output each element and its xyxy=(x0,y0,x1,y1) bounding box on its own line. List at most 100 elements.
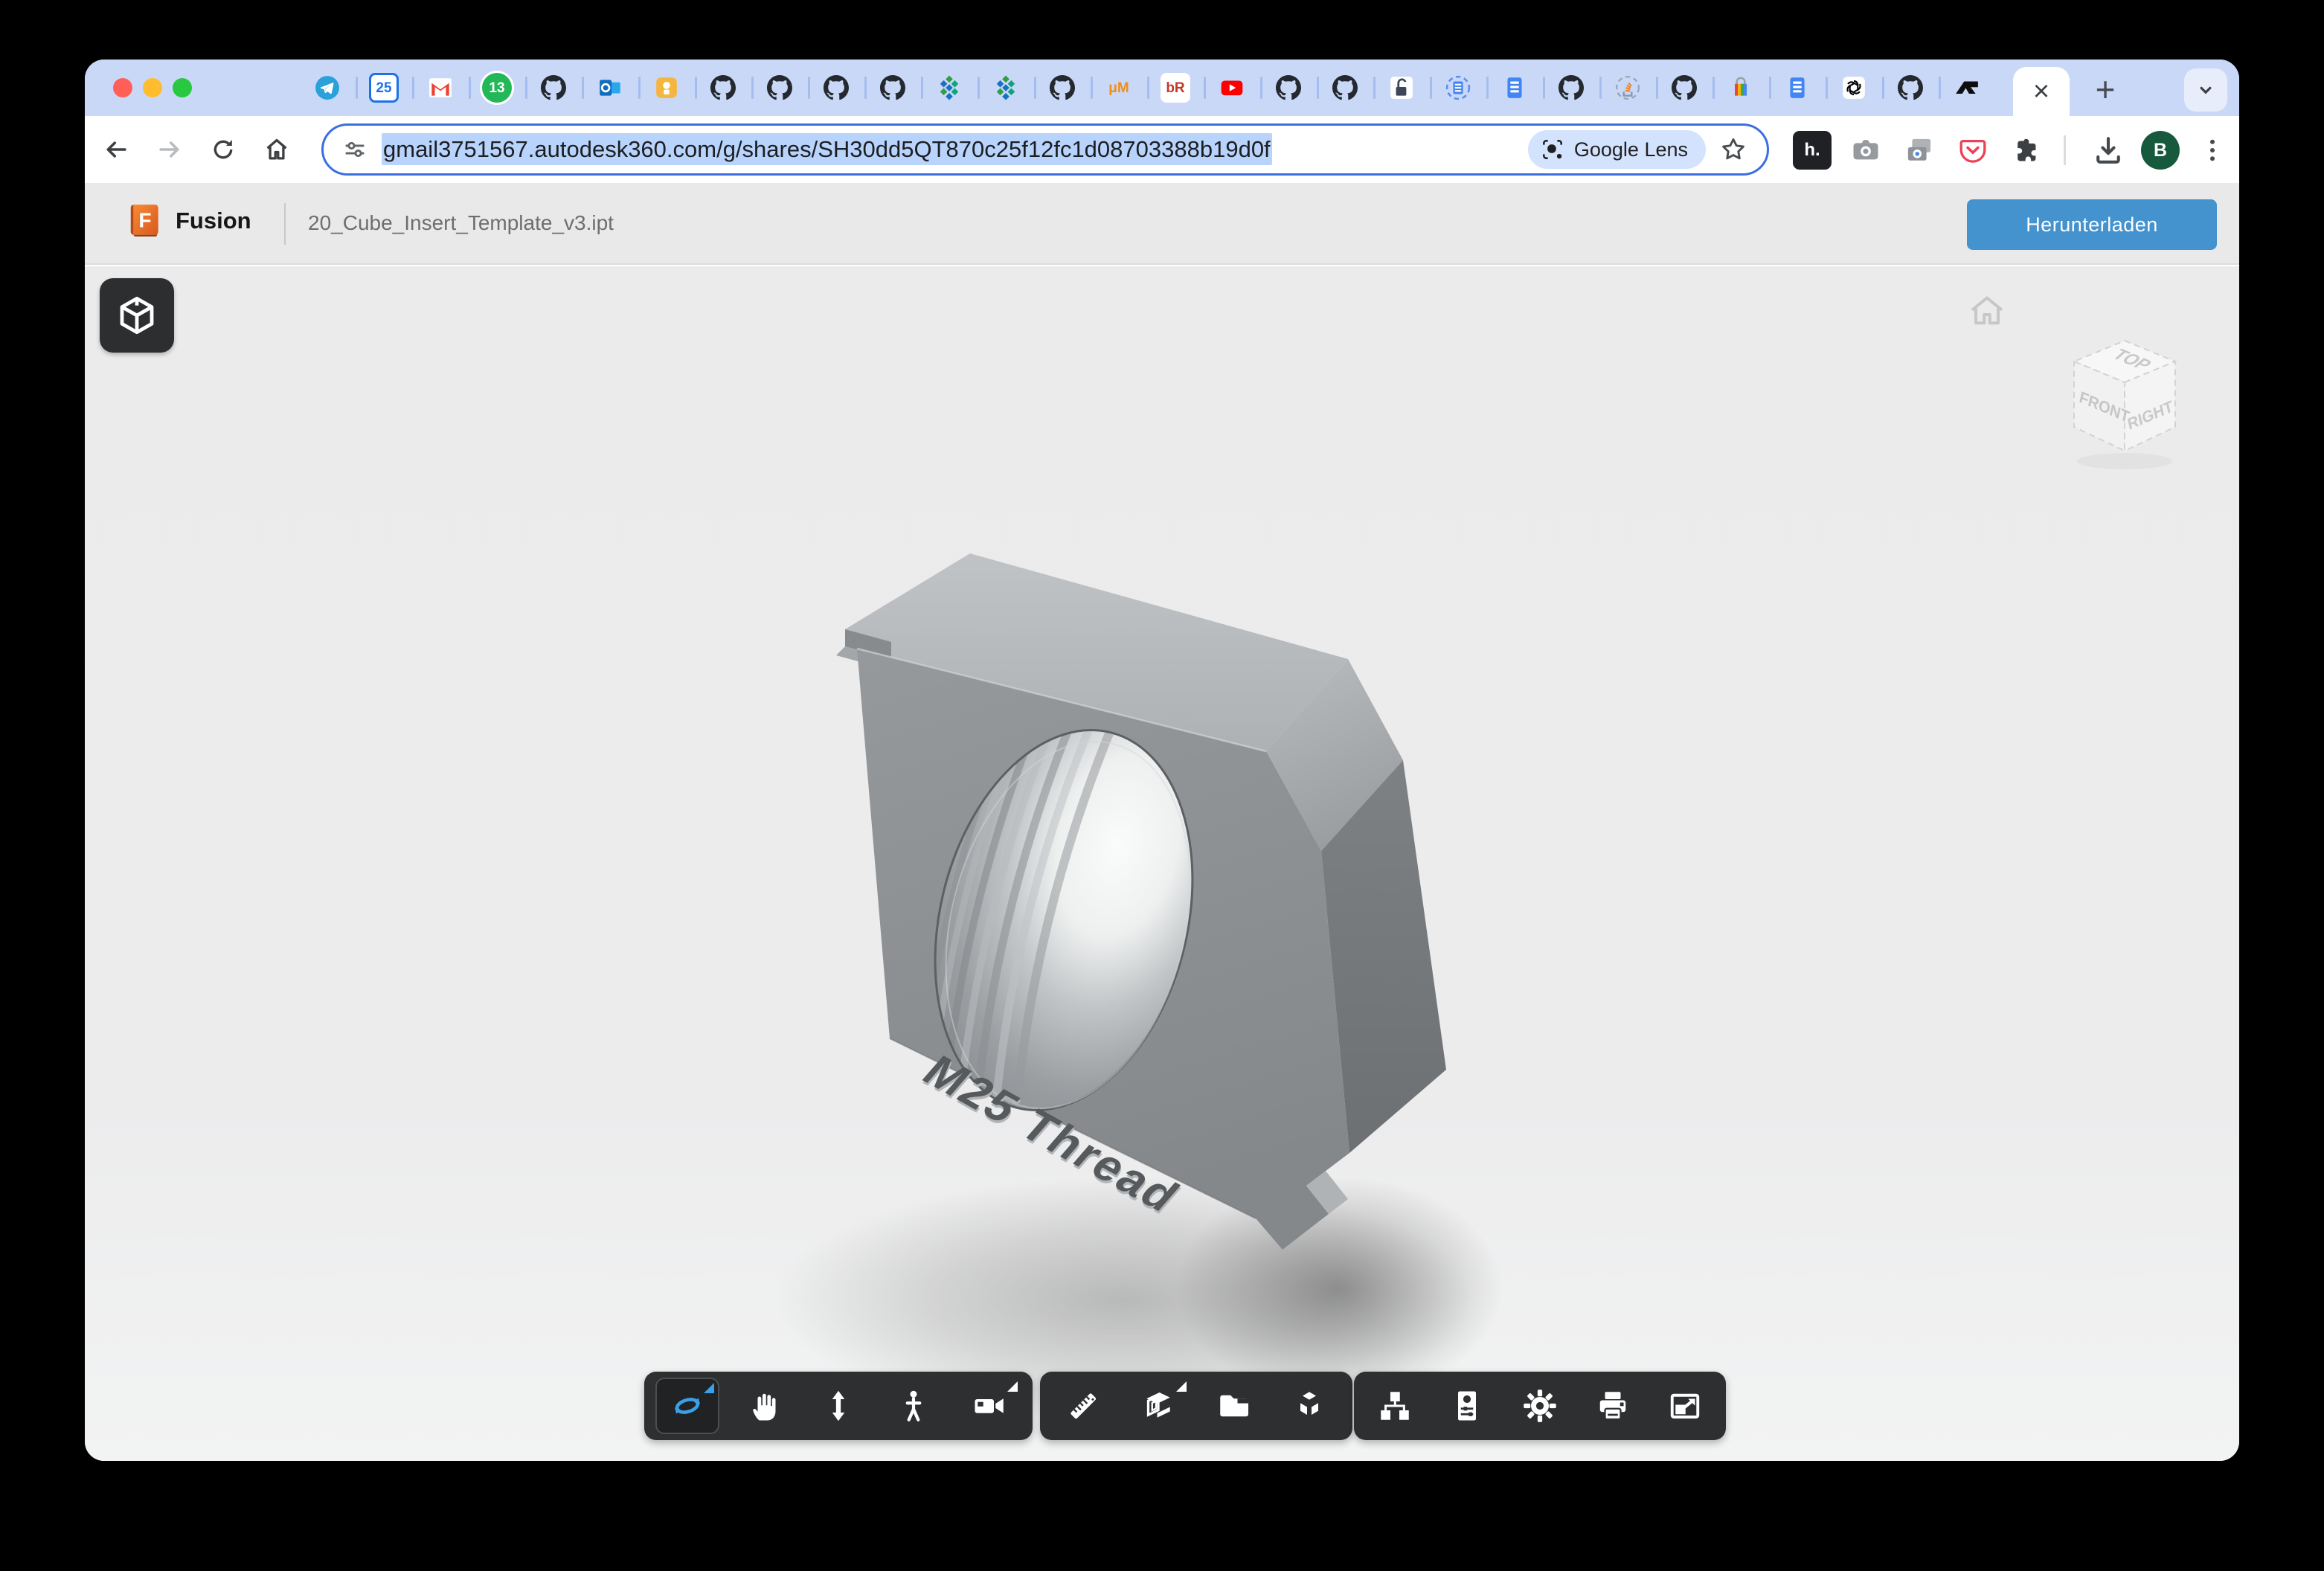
pinned-tab-store-bag[interactable] xyxy=(1712,60,1769,116)
tab-separator xyxy=(808,77,810,99)
tool-section[interactable] xyxy=(1126,1378,1190,1434)
url-text[interactable]: gmail3751567.autodesk360.com/g/shares/SH… xyxy=(382,136,1272,163)
tab-separator xyxy=(1656,77,1658,99)
pinned-tab-github-1[interactable] xyxy=(525,60,582,116)
profile-avatar[interactable]: B xyxy=(2141,131,2180,170)
pinned-tab-youtube[interactable] xyxy=(1204,60,1260,116)
tool-icon xyxy=(1667,1388,1703,1424)
pinned-tab-gmail[interactable] xyxy=(412,60,469,116)
pinned-tab-hex-cluster-2[interactable] xyxy=(978,60,1034,116)
forward-button[interactable] xyxy=(149,129,190,170)
tool-settings[interactable] xyxy=(1508,1378,1572,1434)
pinned-tab-outlook[interactable] xyxy=(582,60,638,116)
viewer-canvas[interactable]: TOP FRONT RIGHT xyxy=(85,266,2239,1461)
github-icon xyxy=(1672,73,1697,103)
download-button[interactable]: Herunterladen xyxy=(1967,199,2217,250)
pinned-tab-github-3[interactable] xyxy=(751,60,808,116)
tab-separator xyxy=(469,77,471,99)
cluster-icon xyxy=(937,73,962,103)
tab-strip: 25 13 xyxy=(85,60,2239,116)
pinned-tab-github-9[interactable] xyxy=(1543,60,1599,116)
extension-camera-button[interactable] xyxy=(1846,131,1885,170)
pinned-tab-calendar[interactable]: 25 xyxy=(356,60,412,116)
bookmark-star-button[interactable] xyxy=(1713,129,1753,170)
tool-camera[interactable] xyxy=(957,1378,1021,1434)
github-icon xyxy=(880,73,905,103)
pinned-tab-stackoverflow[interactable] xyxy=(1599,60,1656,116)
pinned-tab-autodesk[interactable] xyxy=(1939,60,1995,116)
tab-separator xyxy=(1204,77,1206,99)
browser-menu-button[interactable] xyxy=(2193,131,2232,170)
model-3d-part[interactable]: M25 Thread M25 Thread xyxy=(774,522,1518,1415)
model-view-button[interactable] xyxy=(100,278,174,353)
viewcube-home-icon[interactable] xyxy=(1968,293,2006,329)
tool-icon xyxy=(1140,1388,1176,1424)
pinned-tab-github-11[interactable] xyxy=(1882,60,1939,116)
viewcube[interactable]: TOP FRONT RIGHT xyxy=(2056,330,2193,476)
favicon-label: 13 xyxy=(489,81,504,95)
favicon xyxy=(1896,73,1925,103)
new-tab-button[interactable]: + xyxy=(2084,68,2126,110)
reload-button[interactable] xyxy=(202,129,244,170)
tool-zoom[interactable] xyxy=(806,1378,870,1434)
tool-model-browser[interactable] xyxy=(1363,1378,1427,1434)
tool-measure[interactable] xyxy=(1051,1378,1115,1434)
tab-separator xyxy=(1147,77,1149,99)
pinned-tab-bioregistry[interactable]: bR xyxy=(1147,60,1204,116)
pinned-tab-micro-manager[interactable]: μM xyxy=(1091,60,1147,116)
fusion-logo: F xyxy=(128,202,162,240)
tool-icon xyxy=(745,1388,781,1424)
tab-close-button[interactable]: × xyxy=(2033,77,2049,106)
pinned-tab-unlock[interactable] xyxy=(1373,60,1430,116)
home-button[interactable] xyxy=(256,129,298,170)
walk-icon xyxy=(896,1388,931,1424)
address-bar[interactable]: gmail3751567.autodesk360.com/g/shares/SH… xyxy=(321,123,1769,176)
tool-display-settings[interactable] xyxy=(1435,1378,1499,1434)
pinned-tab-github-2[interactable] xyxy=(695,60,751,116)
tool-print[interactable] xyxy=(1581,1378,1645,1434)
back-button[interactable] xyxy=(95,129,137,170)
pinned-tab-whatsapp[interactable]: 13 xyxy=(469,60,525,116)
tool-orbit[interactable] xyxy=(655,1378,719,1434)
pinned-tab-github-4[interactable] xyxy=(808,60,864,116)
bag-icon xyxy=(1728,73,1753,103)
window-zoom-button[interactable] xyxy=(173,78,192,97)
pinned-tab-doc-loading[interactable] xyxy=(1430,60,1486,116)
pinned-tab-keep-note[interactable] xyxy=(638,60,695,116)
pinned-tab-openai[interactable] xyxy=(1826,60,1882,116)
pinned-tab-docs-1[interactable] xyxy=(1486,60,1543,116)
puzzle-icon xyxy=(2011,135,2042,166)
tool-fullscreen[interactable] xyxy=(1653,1378,1717,1434)
github-icon xyxy=(1898,73,1923,103)
favicon xyxy=(312,73,342,103)
extension-h-button[interactable]: h. xyxy=(1793,131,1832,170)
tab-separator xyxy=(864,77,867,99)
tool-browser[interactable] xyxy=(1202,1378,1266,1434)
tool-explode[interactable] xyxy=(1277,1378,1341,1434)
extensions-puzzle-button[interactable] xyxy=(2007,131,2046,170)
tab-search-button[interactable] xyxy=(2184,68,2227,112)
pinned-tab-hex-cluster-1[interactable] xyxy=(921,60,978,116)
active-tab[interactable]: × xyxy=(2013,67,2070,116)
pinned-tab-github-6[interactable] xyxy=(1034,60,1091,116)
favicon xyxy=(1839,73,1869,103)
pinned-tab-github-7[interactable] xyxy=(1260,60,1317,116)
extension-pocket-button[interactable] xyxy=(1954,131,1992,170)
pinned-tab-github-8[interactable] xyxy=(1317,60,1373,116)
pinned-tab-docs-2[interactable] xyxy=(1769,60,1826,116)
tool-pan[interactable] xyxy=(731,1378,795,1434)
favicon xyxy=(1217,73,1247,103)
favicon xyxy=(878,73,908,103)
window-close-button[interactable] xyxy=(113,78,132,97)
window-minimize-button[interactable] xyxy=(143,78,162,97)
pinned-tab-telegram[interactable] xyxy=(299,60,356,116)
extension-photos-button[interactable] xyxy=(1900,131,1939,170)
pinned-tab-github-5[interactable] xyxy=(864,60,921,116)
favicon-label: 25 xyxy=(376,81,391,95)
pinned-tab-github-10[interactable] xyxy=(1656,60,1712,116)
downloads-button[interactable] xyxy=(2089,131,2128,170)
google-lens-button[interactable]: Google Lens xyxy=(1528,130,1706,169)
favicon xyxy=(1274,73,1303,103)
tab-separator xyxy=(1712,77,1715,99)
tool-walk[interactable] xyxy=(882,1378,946,1434)
